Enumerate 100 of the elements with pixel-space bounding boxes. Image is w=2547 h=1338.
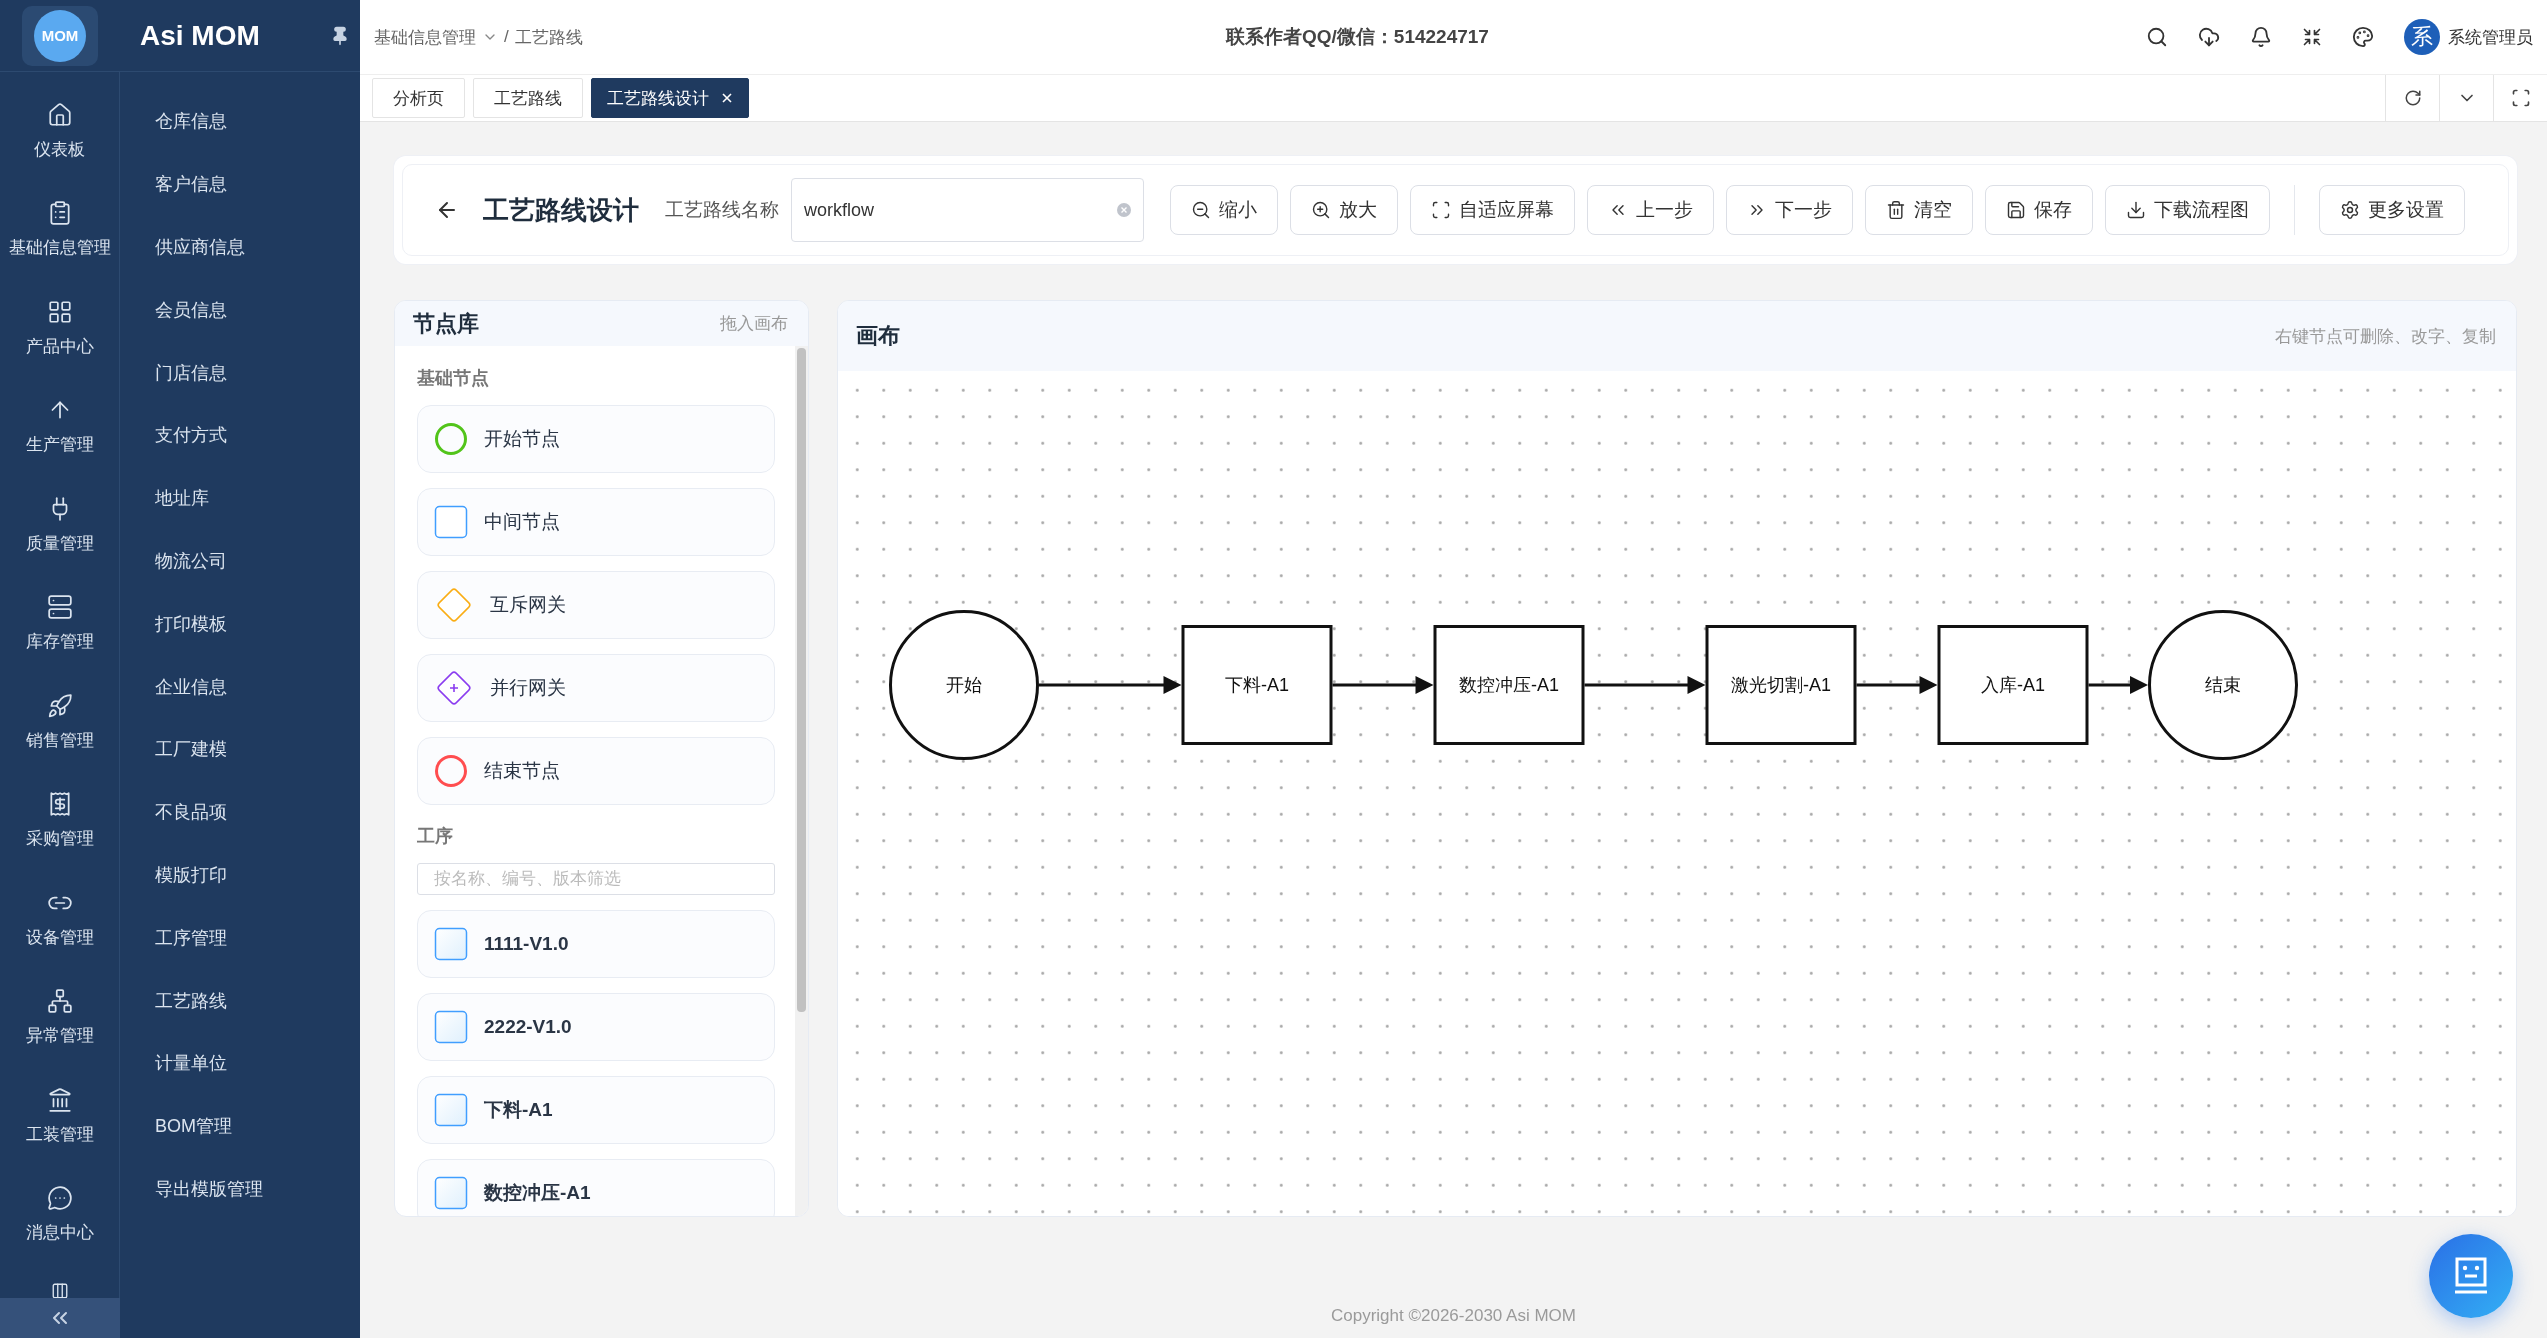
connector-arrow: [2088, 676, 2148, 694]
submenu-item[interactable]: 门店信息: [155, 360, 227, 385]
breadcrumb-separator: /: [504, 27, 509, 47]
cloud-download-icon[interactable]: [2198, 26, 2220, 48]
rail-menu-item[interactable]: 异常管理: [25, 1024, 94, 1048]
submenu-item[interactable]: 会员信息: [155, 297, 227, 322]
submenu-item[interactable]: 地址库: [155, 486, 209, 511]
rail-menu-item[interactable]: 质量管理: [25, 531, 94, 555]
panel-hint: 拖入画布: [720, 313, 788, 335]
download-icon: [2126, 200, 2146, 220]
palette-icon[interactable]: [2352, 26, 2374, 48]
page-tab[interactable]: 分析页: [372, 78, 465, 118]
grid-icon[interactable]: [46, 298, 73, 325]
square-icon: [434, 927, 468, 961]
event-node[interactable]: 开始: [889, 610, 1039, 760]
page-tab[interactable]: 工艺路线: [473, 78, 583, 118]
submenu-item[interactable]: 工艺路线: [155, 988, 227, 1013]
page-title: 工艺路线设计: [483, 193, 639, 227]
bank-icon[interactable]: [46, 1086, 73, 1113]
route-name-field[interactable]: workflow: [791, 178, 1144, 242]
submenu-item[interactable]: 导出模版管理: [155, 1176, 263, 1201]
rail-menu-item[interactable]: 库存管理: [25, 630, 94, 654]
rail-menu-item[interactable]: 采购管理: [25, 827, 94, 851]
copyright-text: Copyright ©2026-2030 Asi MOM: [1331, 1306, 1576, 1326]
rail-menu-item[interactable]: 生产管理: [25, 433, 94, 457]
rail-menu-item[interactable]: 工装管理: [25, 1122, 94, 1146]
panel-title: 节点库: [413, 309, 479, 338]
rail-menu-item[interactable]: 产品中心: [25, 334, 94, 358]
scrollbar[interactable]: [795, 346, 808, 1216]
submenu-item[interactable]: BOM管理: [155, 1114, 232, 1139]
rocket-icon[interactable]: [46, 692, 73, 719]
submenu-item[interactable]: 不良品项: [155, 800, 227, 825]
breadcrumb-link[interactable]: 基础信息管理: [374, 25, 476, 49]
fit-screen-icon: [1431, 200, 1451, 220]
columns-icon[interactable]: [50, 1282, 69, 1300]
submenu-item[interactable]: 打印模板: [155, 611, 227, 636]
square-icon: [434, 1093, 468, 1127]
avatar[interactable]: 系: [2404, 19, 2440, 55]
panel-title: 画布: [856, 322, 900, 350]
process-node[interactable]: 入库-A1: [1937, 625, 2089, 745]
zoom-in-icon: [1311, 200, 1331, 220]
rail-menu-item[interactable]: 设备管理: [25, 925, 94, 949]
submenu-item[interactable]: 支付方式: [155, 423, 227, 448]
node-item[interactable]: 并行网关: [417, 654, 775, 722]
field-label: 工艺路线名称: [665, 198, 779, 222]
rail-menu-item[interactable]: 仪表板: [34, 137, 85, 161]
process-item[interactable]: 1111-V1.0: [417, 910, 775, 978]
process-node[interactable]: 下料-A1: [1181, 625, 1333, 745]
submenu-item[interactable]: 供应商信息: [155, 235, 245, 259]
submenu-item[interactable]: 工厂建模: [155, 737, 227, 762]
process-node[interactable]: 激光切割-A1: [1705, 625, 1857, 745]
app-name: Asi MOM: [140, 19, 261, 52]
rail-menu-item[interactable]: 消息中心: [25, 1221, 94, 1245]
search-icon[interactable]: [2146, 26, 2168, 48]
chat-icon[interactable]: [46, 1185, 73, 1212]
assistant-button[interactable]: [2429, 1234, 2513, 1318]
fullscreen-icon: [2510, 88, 2531, 108]
node-item[interactable]: 互斥网关: [417, 571, 775, 639]
rail-menu-item[interactable]: 销售管理: [25, 728, 94, 752]
toolbar-button[interactable]: 更多设置: [2319, 185, 2465, 235]
toolbar-button[interactable]: 清空: [1865, 185, 1973, 235]
square-icon: [434, 1010, 468, 1044]
close-icon[interactable]: [721, 92, 733, 104]
user-name[interactable]: 系统管理员: [2448, 25, 2533, 49]
submenu-item[interactable]: 仓库信息: [155, 109, 227, 134]
event-node[interactable]: 结束: [2148, 610, 2298, 760]
submenu-item[interactable]: 计量单位: [155, 1051, 227, 1076]
bell-icon[interactable]: [2250, 26, 2272, 48]
save-icon: [2006, 200, 2026, 220]
toolbar-button[interactable]: 放大: [1290, 185, 1398, 235]
node-item[interactable]: 开始节点: [417, 405, 775, 473]
network-icon[interactable]: [46, 988, 73, 1015]
submenu-item[interactable]: 客户信息: [155, 172, 227, 197]
rail-menu-item[interactable]: 基础信息管理: [8, 236, 111, 260]
node-item[interactable]: 中间节点: [417, 488, 775, 556]
toolbar-button[interactable]: 下一步: [1726, 185, 1853, 235]
panel-hint: 右键节点可删除、改字、复制: [2275, 325, 2496, 348]
process-item[interactable]: 数控冲压-A1: [417, 1159, 775, 1216]
node-item[interactable]: 结束节点: [417, 737, 775, 805]
refresh-icon: [2403, 89, 2422, 107]
process-node[interactable]: 数控冲压-A1: [1433, 625, 1585, 745]
section-title: 基础节点: [417, 367, 490, 390]
pin-icon[interactable]: [330, 25, 350, 46]
shrink-icon[interactable]: [2302, 27, 2322, 47]
process-item[interactable]: 下料-A1: [417, 1076, 775, 1144]
toolbar-button[interactable]: 自适应屏幕: [1410, 185, 1575, 235]
submenu-item[interactable]: 企业信息: [155, 674, 227, 699]
contact-text: 联系作者QQ/微信：514224717: [1226, 25, 1490, 49]
toolbar-button[interactable]: 下载流程图: [2105, 185, 2270, 235]
toolbar-button[interactable]: 保存: [1985, 185, 2093, 235]
submenu-item[interactable]: 物流公司: [155, 548, 227, 573]
cabinet-icon[interactable]: [46, 594, 73, 621]
home-icon[interactable]: [46, 101, 73, 128]
page-tab[interactable]: 工艺路线设计: [591, 78, 749, 118]
toolbar-button[interactable]: 上一步: [1587, 185, 1714, 235]
toolbar-button[interactable]: 缩小: [1170, 185, 1278, 235]
submenu-item[interactable]: 工序管理: [155, 925, 227, 950]
process-item[interactable]: 2222-V1.0: [417, 993, 775, 1061]
filter-field[interactable]: 按名称、编号、版本筛选: [417, 863, 775, 895]
submenu-item[interactable]: 模版打印: [155, 862, 227, 887]
